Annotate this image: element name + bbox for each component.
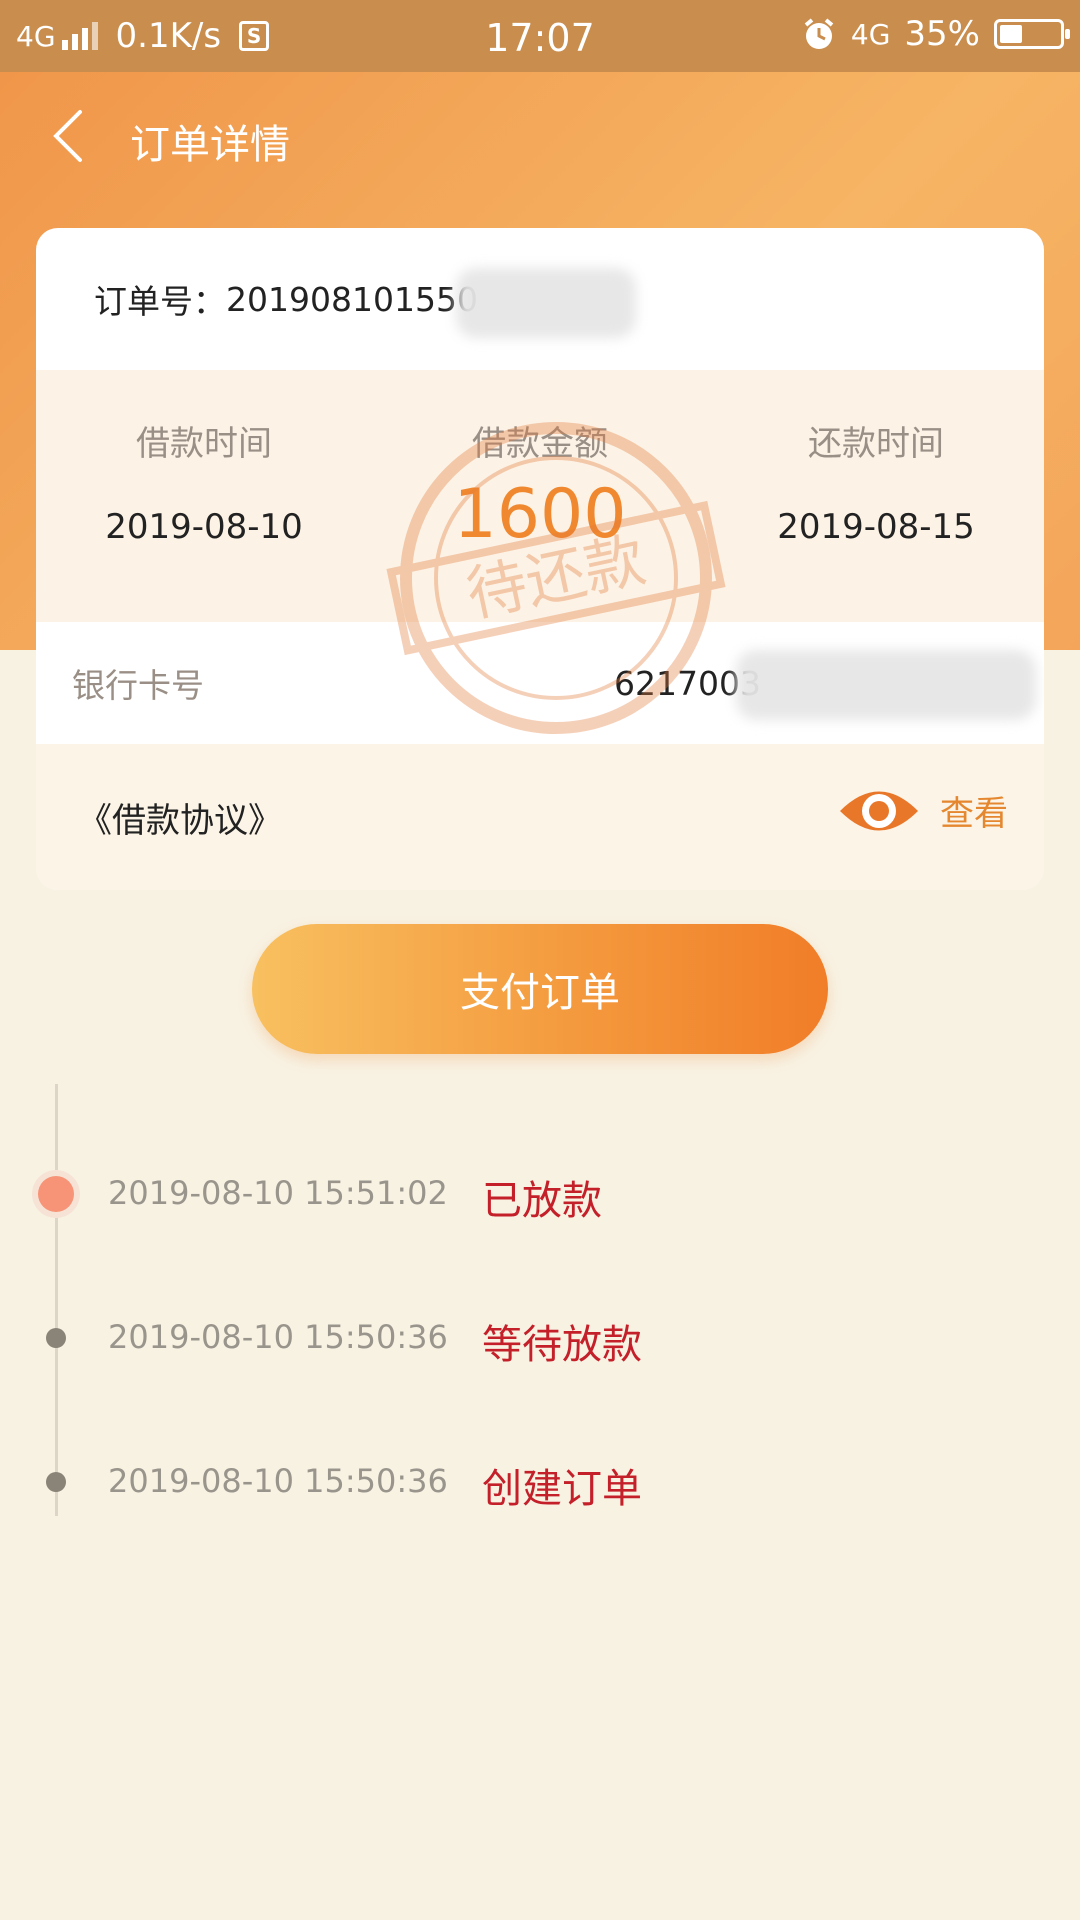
view-agreement-link[interactable]: 查看: [940, 786, 1008, 835]
agreement-link[interactable]: 《借款协议》: [78, 793, 282, 842]
amount-value: 1600: [453, 475, 627, 554]
borrow-time-label: 借款时间: [136, 424, 272, 464]
amount-label: 借款金额: [472, 424, 608, 464]
repay-time-label: 还款时间: [808, 424, 944, 464]
loan-info: 借款时间 2019-08-10 借款金额 1600 还款时间 2019-08-1…: [36, 370, 1044, 622]
status-bar: 4G 0.1K/s S 17:07 4G 35%: [0, 0, 1080, 72]
bank-card-row: 银行卡号 6217003: [36, 622, 1044, 744]
timeline-item: 2019-08-10 15:50:36 创建订单: [0, 1450, 1080, 1512]
timeline-time: 2019-08-10 15:50:36: [108, 1318, 448, 1356]
borrow-time-col: 借款时间 2019-08-10: [36, 370, 372, 547]
repay-time-value: 2019-08-15: [777, 507, 975, 547]
timeline-time: 2019-08-10 15:51:02: [108, 1174, 448, 1212]
status-right: 4G 35%: [801, 14, 1070, 54]
order-card: 订单号： 201908101550 借款时间 2019-08-10 借款金额 1…: [36, 228, 1044, 890]
timeline-dot: [46, 1472, 66, 1492]
timeline-dot: [46, 1328, 66, 1348]
order-number-row: 订单号： 201908101550: [36, 228, 1044, 370]
borrow-time-value: 2019-08-10: [105, 507, 303, 547]
timeline-item: 2019-08-10 15:50:36 等待放款: [0, 1306, 1080, 1368]
timeline-status: 等待放款: [482, 1322, 642, 1368]
alarm-icon: [804, 18, 834, 49]
pay-order-button[interactable]: 支付订单: [252, 924, 828, 1054]
nav-bar: 订单详情: [0, 72, 1080, 202]
redaction-blur: [456, 268, 636, 338]
order-number-value: 201908101550: [226, 279, 478, 319]
chevron-left-icon[interactable]: [48, 106, 88, 166]
repay-time-col: 还款时间 2019-08-15: [708, 370, 1044, 547]
timeline-status: 创建订单: [482, 1466, 642, 1512]
timeline-time: 2019-08-10 15:50:36: [108, 1462, 448, 1500]
order-timeline: 2019-08-10 15:51:02 已放款 2019-08-10 15:50…: [0, 1080, 1080, 1520]
agreement-row[interactable]: 《借款协议》 查看: [36, 744, 1044, 890]
battery-percent: 35%: [904, 14, 980, 54]
battery-fill: [1000, 25, 1023, 43]
redaction-blur: [736, 650, 1036, 720]
amount-col: 借款金额 1600: [372, 370, 708, 554]
page-title: 订单详情: [130, 122, 290, 168]
timeline-item: 2019-08-10 15:51:02 已放款: [0, 1162, 1080, 1224]
bank-card-label: 银行卡号: [72, 666, 204, 705]
timeline-dot-active: [38, 1176, 74, 1212]
network-type-right: 4G: [850, 17, 891, 51]
battery-icon: [994, 19, 1070, 49]
order-number-label: 订单号：: [94, 282, 226, 321]
timeline-status: 已放款: [482, 1178, 602, 1224]
eye-icon[interactable]: [836, 780, 922, 842]
